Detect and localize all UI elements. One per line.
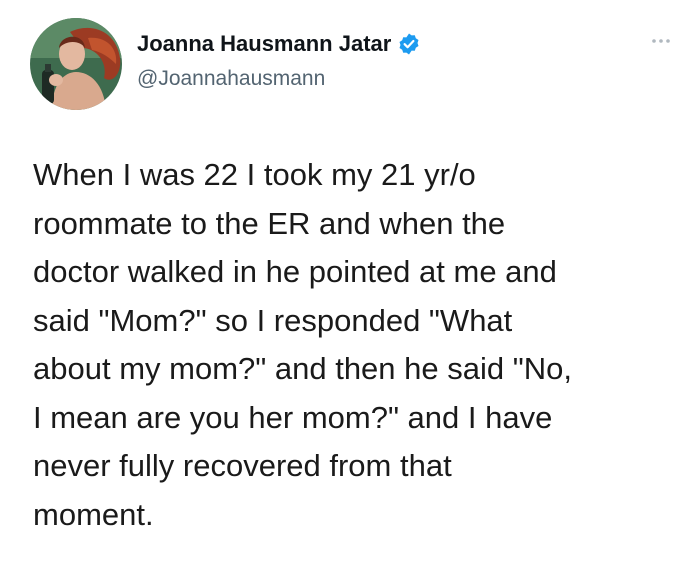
- author-name-row: Joanna Hausmann Jatar: [137, 30, 421, 58]
- profile-photo-icon: [30, 18, 122, 110]
- author-handle[interactable]: @Joannahausmann: [137, 66, 325, 92]
- more-options-icon[interactable]: [650, 34, 672, 48]
- tweet-text: When I was 22 I took my 21 yr/o roommate…: [33, 157, 572, 532]
- verified-badge-icon: [397, 32, 421, 56]
- tweet-card: Joanna Hausmann Jatar @Joannahausmann Wh…: [0, 0, 700, 578]
- author-avatar[interactable]: [30, 18, 122, 110]
- author-display-name[interactable]: Joanna Hausmann Jatar: [137, 30, 391, 58]
